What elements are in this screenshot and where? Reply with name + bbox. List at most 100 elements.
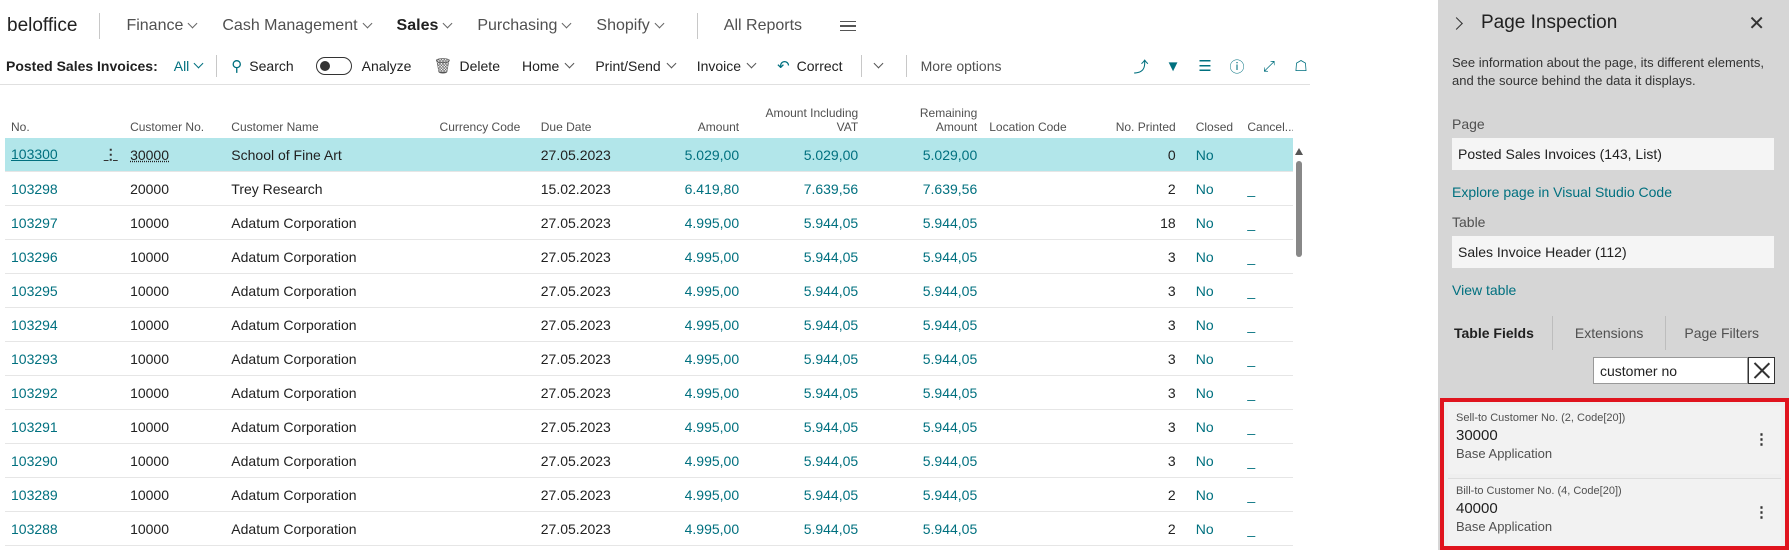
amount-incl-vat-cell[interactable]: 7.639,56 bbox=[745, 181, 864, 197]
customer-no-cell[interactable]: 10000 bbox=[124, 351, 225, 367]
column-header-cancelled[interactable]: Cancel... bbox=[1241, 120, 1293, 134]
customer-no-cell[interactable]: 10000 bbox=[124, 385, 225, 401]
invoice-no-cell[interactable]: 103290 bbox=[5, 453, 124, 469]
customer-no-cell[interactable]: 10000 bbox=[124, 317, 225, 333]
nav-finance[interactable]: Finance bbox=[126, 17, 198, 35]
filter-icon[interactable]: ▼ bbox=[1164, 57, 1182, 75]
closed-cell[interactable]: No bbox=[1182, 419, 1242, 435]
remaining-amount-cell[interactable]: 5.944,05 bbox=[864, 487, 983, 503]
amount-cell[interactable]: 4.995,00 bbox=[628, 419, 745, 435]
amount-incl-vat-cell[interactable]: 5.944,05 bbox=[745, 215, 864, 231]
amount-cell[interactable]: 4.995,00 bbox=[628, 521, 745, 537]
amount-cell[interactable]: 4.995,00 bbox=[628, 487, 745, 503]
amount-incl-vat-cell[interactable]: 5.944,05 bbox=[745, 249, 864, 265]
cancelled-cell[interactable]: _ bbox=[1241, 351, 1293, 367]
customer-no-cell[interactable]: 10000 bbox=[124, 283, 225, 299]
cancelled-cell[interactable]: _ bbox=[1241, 283, 1293, 299]
closed-cell[interactable]: No bbox=[1182, 351, 1242, 367]
cancelled-cell[interactable]: _ bbox=[1241, 249, 1293, 265]
amount-cell[interactable]: 4.995,00 bbox=[628, 283, 745, 299]
column-header-no-printed[interactable]: No. Printed bbox=[1082, 120, 1181, 134]
more-options-icon[interactable]: ⋮ bbox=[1754, 503, 1769, 521]
remaining-amount-cell[interactable]: 5.944,05 bbox=[864, 385, 983, 401]
amount-cell[interactable]: 5.029,00 bbox=[628, 147, 745, 163]
customer-no-cell[interactable]: 10000 bbox=[124, 521, 225, 537]
invoice-no-cell[interactable]: 103293 bbox=[5, 351, 124, 367]
customer-no-cell[interactable]: 10000 bbox=[124, 487, 225, 503]
field-result-card[interactable]: Sell-to Customer No. (2, Code[20]) 30000… bbox=[1448, 406, 1781, 474]
column-header-remaining-amount[interactable]: Remaining Amount bbox=[864, 106, 983, 134]
remaining-amount-cell[interactable]: 5.944,05 bbox=[864, 249, 983, 265]
closed-cell[interactable]: No bbox=[1182, 521, 1242, 537]
table-row[interactable]: 103300 ⋮ 30000 School of Fine Art 27.05.2023… bbox=[5, 138, 1293, 172]
invoice-no-cell[interactable]: 103300 ⋮ bbox=[5, 146, 124, 163]
amount-cell[interactable]: 6.419,80 bbox=[628, 181, 745, 197]
search-button[interactable]: ⚲ Search bbox=[231, 57, 293, 75]
table-row[interactable]: 103290 10000 Adatum Corporation 27.05.2023 4… bbox=[5, 444, 1293, 478]
invoice-menu[interactable]: Invoice bbox=[697, 58, 757, 74]
column-header-due-date[interactable]: Due Date bbox=[535, 120, 628, 134]
bookmark-icon[interactable]: ☖ bbox=[1292, 57, 1310, 75]
customer-no-cell[interactable]: 10000 bbox=[124, 419, 225, 435]
amount-incl-vat-cell[interactable]: 5.944,05 bbox=[745, 453, 864, 469]
remaining-amount-cell[interactable]: 5.944,05 bbox=[864, 419, 983, 435]
scroll-thumb[interactable] bbox=[1296, 161, 1302, 257]
list-view-icon[interactable]: ☰ bbox=[1196, 57, 1214, 75]
tab-table-fields[interactable]: Table Fields bbox=[1438, 316, 1553, 350]
scroll-up-icon[interactable] bbox=[1295, 148, 1303, 155]
explore-page-link[interactable]: Explore page in Visual Studio Code bbox=[1438, 184, 1789, 200]
table-row[interactable]: 103292 10000 Adatum Corporation 27.05.2023 4… bbox=[5, 376, 1293, 410]
home-menu[interactable]: Home bbox=[522, 58, 575, 74]
analyze-toggle[interactable]: Analyze bbox=[315, 57, 411, 75]
row-actions-icon[interactable]: ⋮ bbox=[104, 146, 118, 163]
table-row[interactable]: 103288 10000 Adatum Corporation 27.05.2023 4… bbox=[5, 512, 1293, 546]
invoice-no-cell[interactable]: 103291 bbox=[5, 419, 124, 435]
close-icon[interactable]: ✕ bbox=[1748, 14, 1765, 34]
amount-incl-vat-cell[interactable]: 5.944,05 bbox=[745, 283, 864, 299]
hamburger-menu-icon[interactable] bbox=[840, 20, 857, 32]
amount-incl-vat-cell[interactable]: 5.944,05 bbox=[745, 487, 864, 503]
column-header-amount[interactable]: Amount bbox=[628, 120, 745, 134]
remaining-amount-cell[interactable]: 5.944,05 bbox=[864, 521, 983, 537]
invoice-no-cell[interactable]: 103292 bbox=[5, 385, 124, 401]
more-options-button[interactable]: More options bbox=[921, 58, 1002, 74]
customer-no-cell[interactable]: 10000 bbox=[124, 249, 225, 265]
table-row[interactable]: 103295 10000 Adatum Corporation 27.05.2023 4… bbox=[5, 274, 1293, 308]
nav-cash-management[interactable]: Cash Management bbox=[222, 17, 372, 35]
remaining-amount-cell[interactable]: 5.944,05 bbox=[864, 283, 983, 299]
remaining-amount-cell[interactable]: 5.944,05 bbox=[864, 453, 983, 469]
clear-search-icon[interactable] bbox=[1748, 357, 1775, 384]
grid-scrollbar[interactable] bbox=[1294, 148, 1304, 550]
company-name[interactable]: beloffice bbox=[7, 13, 101, 39]
column-header-closed[interactable]: Closed bbox=[1182, 120, 1242, 134]
cancelled-cell[interactable]: _ bbox=[1241, 215, 1293, 231]
expand-icon[interactable]: ⤢ bbox=[1260, 57, 1278, 75]
column-header-amount-incl-vat[interactable]: Amount Including VAT bbox=[745, 106, 864, 134]
closed-cell[interactable]: No bbox=[1182, 215, 1242, 231]
amount-incl-vat-cell[interactable]: 5.944,05 bbox=[745, 317, 864, 333]
table-row[interactable]: 103298 20000 Trey Research 15.02.2023 6.419,… bbox=[5, 172, 1293, 206]
column-header-no[interactable]: No. bbox=[5, 120, 124, 134]
table-row[interactable]: 103297 10000 Adatum Corporation 27.05.2023 4… bbox=[5, 206, 1293, 240]
view-filter-dropdown[interactable]: All bbox=[174, 58, 204, 74]
table-row[interactable]: 103291 10000 Adatum Corporation 27.05.2023 4… bbox=[5, 410, 1293, 444]
closed-cell[interactable]: No bbox=[1182, 181, 1242, 197]
closed-cell[interactable]: No bbox=[1182, 283, 1242, 299]
cancelled-cell[interactable]: _ bbox=[1241, 317, 1293, 333]
invoice-no-cell[interactable]: 103288 bbox=[5, 521, 124, 537]
more-options-icon[interactable]: ⋮ bbox=[1754, 430, 1769, 448]
delete-button[interactable]: 🗑 Delete bbox=[433, 57, 500, 75]
closed-cell[interactable]: No bbox=[1182, 317, 1242, 333]
table-row[interactable]: 103289 10000 Adatum Corporation 27.05.2023 4… bbox=[5, 478, 1293, 512]
amount-incl-vat-cell[interactable]: 5.944,05 bbox=[745, 419, 864, 435]
cancelled-cell[interactable]: _ bbox=[1241, 453, 1293, 469]
table-row[interactable]: 103293 10000 Adatum Corporation 27.05.2023 4… bbox=[5, 342, 1293, 376]
cancelled-cell[interactable]: _ bbox=[1241, 385, 1293, 401]
amount-incl-vat-cell[interactable]: 5.029,00 bbox=[745, 147, 864, 163]
closed-cell[interactable]: No bbox=[1182, 249, 1242, 265]
customer-no-cell[interactable]: 20000 bbox=[124, 181, 225, 197]
amount-cell[interactable]: 4.995,00 bbox=[628, 385, 745, 401]
remaining-amount-cell[interactable]: 5.944,05 bbox=[864, 215, 983, 231]
correct-button[interactable]: ↶ Correct bbox=[777, 57, 842, 75]
nav-all-reports[interactable]: All Reports bbox=[724, 17, 802, 35]
